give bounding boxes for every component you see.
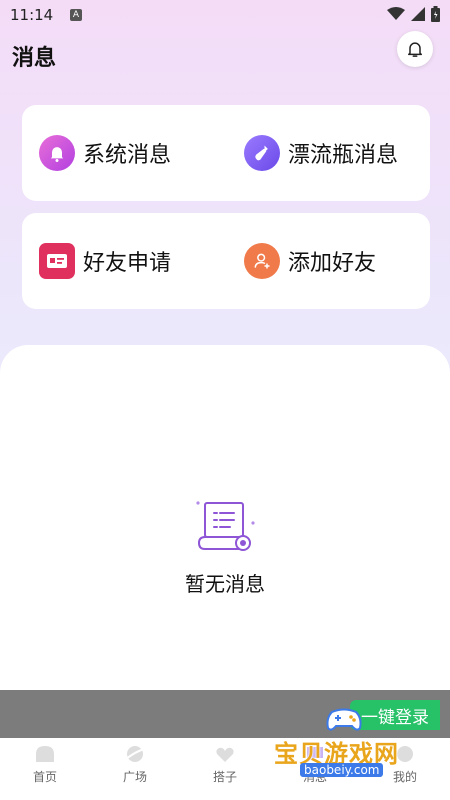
tab-square-label: 广场 bbox=[122, 770, 147, 784]
message-card-bottom: 好友申请 添加好友 bbox=[22, 213, 430, 309]
add-friend-label: 添加好友 bbox=[288, 251, 377, 276]
empty-state-text: 暂无消息 bbox=[185, 572, 265, 596]
wifi-icon bbox=[387, 7, 405, 20]
friend-requests-label: 好友申请 bbox=[83, 251, 172, 276]
tab-partner-label: 搭子 bbox=[212, 770, 237, 784]
system-messages-item[interactable]: 系统消息 bbox=[39, 105, 171, 201]
tab-square[interactable]: 广场 bbox=[95, 742, 175, 785]
drift-bottle-messages-label: 漂流瓶消息 bbox=[288, 143, 399, 168]
tab-home[interactable]: 首页 bbox=[5, 742, 85, 785]
status-time: 11:14 bbox=[10, 6, 54, 24]
watermark-url: baobeiy.com bbox=[300, 763, 384, 777]
planet-icon bbox=[125, 746, 145, 762]
partner-icon bbox=[216, 747, 234, 762]
watermark-logo: 宝贝游戏网 baobeiy.com bbox=[262, 700, 432, 785]
empty-scroll-icon bbox=[196, 501, 255, 551]
page-title: 消息 bbox=[12, 46, 57, 71]
bottle-icon bbox=[244, 135, 280, 171]
add-user-icon bbox=[244, 243, 280, 279]
bell-icon bbox=[39, 135, 75, 171]
status-bar: 11:14 A bbox=[0, 0, 450, 32]
status-icons bbox=[387, 6, 440, 22]
signal-icon bbox=[411, 7, 425, 21]
tab-home-label: 首页 bbox=[32, 770, 57, 784]
notification-bell-button[interactable] bbox=[397, 31, 433, 67]
id-card-icon bbox=[39, 243, 75, 279]
message-card-top: 系统消息 漂流瓶消息 bbox=[22, 105, 430, 201]
add-friend-item[interactable]: 添加好友 bbox=[244, 213, 376, 309]
bell-icon bbox=[408, 42, 422, 57]
gamepad-icon bbox=[326, 708, 362, 731]
battery-icon bbox=[431, 6, 440, 22]
notification-badge: A bbox=[70, 9, 82, 21]
drift-bottle-messages-item[interactable]: 漂流瓶消息 bbox=[244, 105, 398, 201]
home-icon bbox=[36, 746, 54, 762]
tab-partner[interactable]: 搭子 bbox=[185, 742, 265, 785]
friend-requests-item[interactable]: 好友申请 bbox=[39, 213, 171, 309]
system-messages-label: 系统消息 bbox=[83, 143, 172, 168]
